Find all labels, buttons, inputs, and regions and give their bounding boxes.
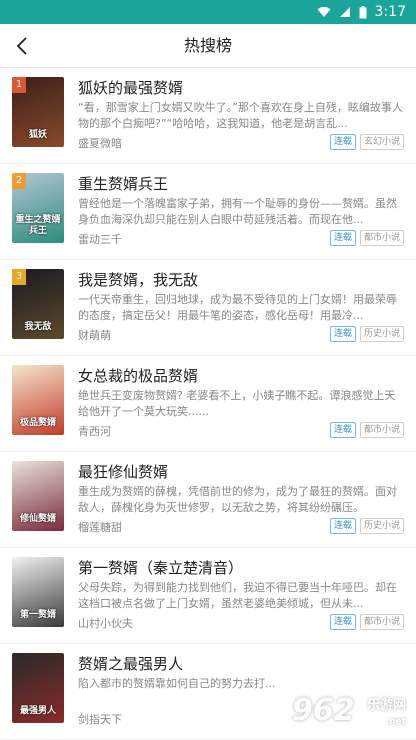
cover-title-text: 我无敌 xyxy=(24,322,52,332)
book-cover-image: 极品赘婿 xyxy=(12,365,64,435)
book-title[interactable]: 赘婿之最强男人 xyxy=(78,654,183,674)
rank-badge: 1 xyxy=(12,77,26,93)
status-tag: 连载 xyxy=(329,422,356,438)
book-cover-image: 第一赘婿 xyxy=(12,557,64,627)
book-cover-image: 2 重生之赘婿兵王 xyxy=(12,173,64,243)
status-tag: 连载 xyxy=(329,326,356,342)
watermark-number: 962 xyxy=(292,693,355,728)
book-title[interactable]: 最狂修仙赘婿 xyxy=(78,462,168,482)
book-title[interactable]: 女总裁的极品赘婿 xyxy=(78,366,198,386)
status-tag: 连载 xyxy=(329,230,356,246)
book-author: 榴莲糖甜 xyxy=(78,521,122,534)
book-list-item[interactable]: 修仙赘婿 最狂修仙赘婿重生成为赘婿的薛槐，凭借前世的修为，成为了最狂的赘婿。面对敌… xyxy=(0,452,416,548)
page-title: 热搜榜 xyxy=(183,36,232,55)
book-description: “看，那雪家上门女婿又吹牛了。”那个喜欢在身上自残，眩编故事人物的那个白痴吧?”… xyxy=(78,101,403,130)
book-author: 雷动三千 xyxy=(78,233,122,246)
cover-title-text: 最强男人 xyxy=(19,706,56,716)
rank-badge: 3 xyxy=(12,269,26,285)
book-cover-image: 修仙赘婿 xyxy=(12,461,64,531)
book-author: 青西河 xyxy=(78,425,111,438)
book-author: 盛夏微暗 xyxy=(78,137,122,150)
genre-tag: 历史小说 xyxy=(359,326,404,342)
genre-tag: 历史小说 xyxy=(359,518,404,534)
cover-title-text: 重生之赘婿兵王 xyxy=(15,215,61,236)
book-cover-image: 最强男人 xyxy=(12,653,64,723)
watermark-site-name: 乐游网 xyxy=(366,698,406,713)
book-cover-image: 3 我无敌 xyxy=(12,269,64,339)
book-description: 父母失踪，为得到能力找到他们，我迫不得已要当十年哑巴。却在这档口被点名做了上门女… xyxy=(78,581,397,610)
status-tag: 连载 xyxy=(329,518,356,534)
wifi-icon xyxy=(317,6,331,17)
battery-icon xyxy=(359,5,367,18)
cover-title-text: 狐妖 xyxy=(28,130,47,140)
book-list-item[interactable]: 2 重生之赘婿兵王 重生赘婿兵王曾经他是一个落魄富家子弟，拥有一个耻辱的身份——赘婿… xyxy=(0,164,416,260)
book-title[interactable]: 重生赘婿兵王 xyxy=(78,174,168,194)
book-author: 财萌萌 xyxy=(78,329,111,342)
genre-tag: 都市小说 xyxy=(359,422,404,438)
status-icons: 3:17 xyxy=(317,3,406,21)
watermark-logo: 962 乐游网 .net xyxy=(286,694,412,736)
book-description: 重生成为赘婿的薛槐，凭借前世的修为，成为了最狂的赘婿。面对敌人，薛槐化身为灭世修… xyxy=(78,485,397,514)
genre-tag: 都市小说 xyxy=(359,230,404,246)
status-tag: 连载 xyxy=(329,614,356,630)
book-description: 曾经他是一个落魄富家子弟，拥有一个耻辱的身份——赘婿。虽然身负血海深仇却只能在别… xyxy=(78,197,397,226)
book-cover-image: 1 狐妖 xyxy=(12,77,64,147)
book-author: 剑指天下 xyxy=(78,713,122,726)
book-description: 绝世兵王变废物赘婿? 老婆看不上，小姨子瞧不起。谭浪感觉上天给他开了一个莫大玩笑… xyxy=(78,389,396,418)
cover-title-text: 修仙赘婿 xyxy=(19,514,56,524)
book-list-item[interactable]: 3 我无敌 我是赘婿，我无敌一代天帝重生，回归地球，成为最不受待见的上门女婿！用最荣… xyxy=(0,260,416,356)
status-tag: 连载 xyxy=(329,134,356,150)
status-bar: 3:17 xyxy=(0,0,416,24)
book-description: 一代天帝重生，回归地球，成为最不受待见的上门女婿！用最荣辱的态度，搞定岳父！用最… xyxy=(78,293,397,322)
cellular-signal-icon xyxy=(339,7,350,17)
cover-title-text: 第一赘婿 xyxy=(19,610,56,620)
rank-badge: 2 xyxy=(12,173,26,189)
book-list-item[interactable]: 极品赘婿 女总裁的极品赘婿绝世兵王变废物赘婿? 老婆看不上，小姨子瞧不起。谭浪感觉… xyxy=(0,356,416,452)
genre-tag: 都市小说 xyxy=(359,614,404,630)
book-list: 1 狐妖 狐妖的最强赘婿 “看，那雪家上门女婿又吹牛了。”那个喜欢在身上自残，眩编故事… xyxy=(0,68,416,740)
book-title[interactable]: 第一赘婿（秦立楚清音） xyxy=(78,558,243,578)
genre-tag: 玄幻小说 xyxy=(359,134,404,150)
book-title[interactable]: 我是赘婿，我无敌 xyxy=(78,270,198,290)
book-title[interactable]: 狐妖的最强赘婿 xyxy=(78,78,183,98)
status-time: 3:17 xyxy=(374,4,406,20)
title-bar: 热搜榜 xyxy=(0,24,416,68)
book-list-item[interactable]: 1 狐妖 狐妖的最强赘婿 “看，那雪家上门女婿又吹牛了。”那个喜欢在身上自残，眩编故事… xyxy=(0,68,416,164)
cover-title-text: 极品赘婿 xyxy=(19,418,56,428)
book-author: 山村小伙夫 xyxy=(78,617,133,630)
book-list-item[interactable]: 第一赘婿 第一赘婿（秦立楚清音） 父母失踪，为得到能力找到他们，我迫不得已要当十年哑… xyxy=(0,548,416,644)
watermark-url: .net xyxy=(385,717,406,727)
